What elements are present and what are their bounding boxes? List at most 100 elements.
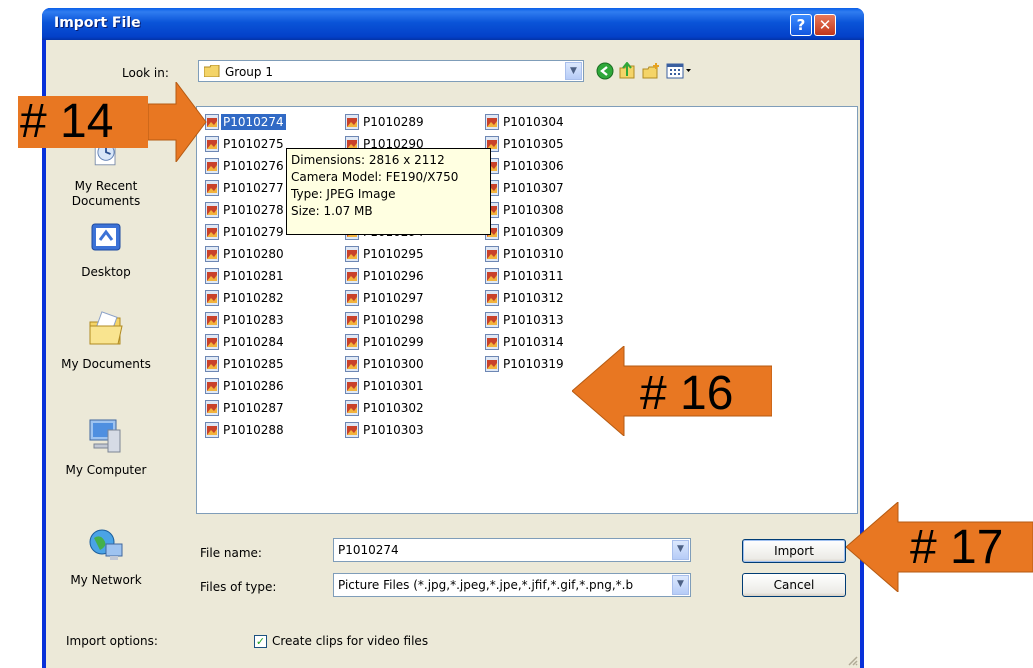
jpeg-file-icon <box>205 334 219 350</box>
place-my-documents[interactable]: My Documents <box>56 310 156 372</box>
file-name: P1010296 <box>363 269 424 283</box>
views-icon[interactable] <box>666 62 692 80</box>
file-name-input[interactable]: P1010274 ▼ <box>333 538 691 562</box>
create-clips-checkbox[interactable]: ✓ <box>254 635 267 648</box>
file-item[interactable]: P1010312 <box>481 287 601 309</box>
file-name: P1010288 <box>223 423 284 437</box>
file-name: P1010312 <box>503 291 564 305</box>
place-desktop[interactable]: Desktop <box>56 218 156 280</box>
file-item[interactable]: P1010274 <box>201 111 321 133</box>
file-item[interactable]: P1010310 <box>481 243 601 265</box>
callout-16-label: # 16 <box>640 367 734 420</box>
jpeg-file-icon <box>345 290 359 306</box>
import-button[interactable]: Import <box>742 539 846 563</box>
my-documents-icon <box>89 311 123 345</box>
create-clips-label[interactable]: Create clips for video files <box>272 634 428 648</box>
file-name: P1010283 <box>223 313 284 327</box>
place-my-network[interactable]: My Network <box>56 526 156 588</box>
back-icon[interactable] <box>596 62 614 80</box>
jpeg-file-icon <box>345 378 359 394</box>
jpeg-file-icon <box>485 312 499 328</box>
jpeg-file-icon <box>345 268 359 284</box>
chevron-down-icon[interactable]: ▼ <box>672 575 689 595</box>
file-item[interactable]: P1010282 <box>201 287 321 309</box>
file-name: P1010307 <box>503 181 564 195</box>
file-name: P1010286 <box>223 379 284 393</box>
callout-14-label: # 14 <box>20 95 114 148</box>
arrow-right-callout-14 <box>148 82 207 162</box>
file-item[interactable]: P1010297 <box>341 287 461 309</box>
file-item[interactable]: P1010300 <box>341 353 461 375</box>
cancel-button[interactable]: Cancel <box>742 573 846 597</box>
file-item[interactable]: P1010298 <box>341 309 461 331</box>
file-item[interactable]: P1010306 <box>481 155 601 177</box>
file-item[interactable]: P1010304 <box>481 111 601 133</box>
my-network-icon <box>89 529 123 560</box>
file-item[interactable]: P1010303 <box>341 419 461 441</box>
file-name: P1010297 <box>363 291 424 305</box>
help-button[interactable]: ? <box>790 14 812 36</box>
tooltip-camera-model: Camera Model: FE190/X750 <box>291 170 459 184</box>
file-item[interactable]: P1010296 <box>341 265 461 287</box>
file-item[interactable]: P1010311 <box>481 265 601 287</box>
look-in-dropdown[interactable]: Group 1 ▼ <box>198 60 584 82</box>
jpeg-file-icon <box>485 290 499 306</box>
chevron-down-icon[interactable]: ▼ <box>672 540 689 560</box>
jpeg-file-icon <box>205 180 219 196</box>
jpeg-file-icon <box>205 422 219 438</box>
desktop-icon <box>91 223 121 251</box>
jpeg-file-icon <box>205 290 219 306</box>
file-item[interactable]: P1010289 <box>341 111 461 133</box>
file-item[interactable]: P1010284 <box>201 331 321 353</box>
files-of-type-dropdown[interactable]: Picture Files (*.jpg,*.jpeg,*.jpe,*.jfif… <box>333 573 691 597</box>
my-computer-icon <box>89 419 121 453</box>
resize-grip-icon[interactable] <box>846 654 858 666</box>
file-item[interactable]: P1010302 <box>341 397 461 419</box>
file-name: P1010300 <box>363 357 424 371</box>
file-item[interactable]: P1010313 <box>481 309 601 331</box>
file-item[interactable]: P1010301 <box>341 375 461 397</box>
chevron-down-icon[interactable]: ▼ <box>565 62 582 80</box>
file-name: P1010310 <box>503 247 564 261</box>
file-name-value: P1010274 <box>338 543 399 557</box>
file-name: P1010299 <box>363 335 424 349</box>
place-my-computer[interactable]: My Computer <box>56 416 156 478</box>
import-options-label: Import options: <box>66 634 158 648</box>
file-name: P1010313 <box>503 313 564 327</box>
jpeg-file-icon <box>485 268 499 284</box>
jpeg-file-icon <box>205 356 219 372</box>
files-of-type-value: Picture Files (*.jpg,*.jpeg,*.jpe,*.jfif… <box>338 578 634 592</box>
file-item[interactable]: P1010283 <box>201 309 321 331</box>
jpeg-file-icon <box>345 334 359 350</box>
jpeg-file-icon <box>485 114 499 130</box>
up-folder-icon[interactable] <box>618 62 636 80</box>
file-name: P1010305 <box>503 137 564 151</box>
callout-17-label: # 17 <box>910 521 1004 574</box>
file-item[interactable]: P1010281 <box>201 265 321 287</box>
tooltip-size: Size: 1.07 MB <box>291 204 373 218</box>
file-item[interactable]: P1010307 <box>481 177 601 199</box>
jpeg-file-icon <box>485 356 499 372</box>
file-item[interactable]: P1010308 <box>481 199 601 221</box>
file-item[interactable]: P1010309 <box>481 221 601 243</box>
file-item[interactable]: P1010295 <box>341 243 461 265</box>
file-name: P1010289 <box>363 115 424 129</box>
dialog-title: Import File <box>54 15 141 31</box>
title-bar[interactable]: Import File ? ✕ <box>42 8 864 40</box>
file-item[interactable]: P1010305 <box>481 133 601 155</box>
jpeg-file-icon <box>345 312 359 328</box>
file-item[interactable]: P1010288 <box>201 419 321 441</box>
file-name: P1010276 <box>223 159 284 173</box>
tooltip-type: Type: JPEG Image <box>291 187 396 201</box>
new-folder-icon[interactable] <box>642 62 660 80</box>
file-item[interactable]: P1010286 <box>201 375 321 397</box>
file-name: P1010278 <box>223 203 284 217</box>
close-button[interactable]: ✕ <box>814 14 836 36</box>
file-item[interactable]: P1010287 <box>201 397 321 419</box>
file-name: P1010309 <box>503 225 564 239</box>
file-item[interactable]: P1010299 <box>341 331 461 353</box>
file-item[interactable]: P1010285 <box>201 353 321 375</box>
place-label: My Network <box>70 573 142 587</box>
file-item[interactable]: P1010280 <box>201 243 321 265</box>
file-name: P1010275 <box>223 137 284 151</box>
